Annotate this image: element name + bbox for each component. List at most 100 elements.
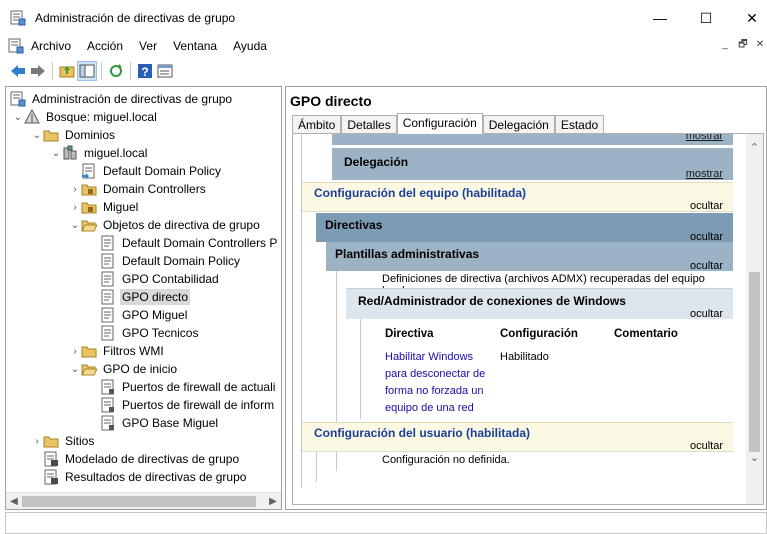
menu-accion[interactable]: Acción xyxy=(87,39,123,53)
tree-item-domain[interactable]: ⌄ miguel.local xyxy=(50,144,149,162)
scroll-left-icon[interactable]: ◀ xyxy=(6,493,22,509)
user-config-note: Configuración no definida. xyxy=(382,454,510,466)
scroll-down-icon[interactable]: ⌄ xyxy=(746,450,763,467)
gpo-icon xyxy=(101,289,114,305)
gpmc-menu-icon[interactable] xyxy=(8,38,24,54)
mdi-restore-button[interactable]: 🗗 xyxy=(736,38,750,52)
tree-item-starter-gpos[interactable]: ⌄ GPO de inicio xyxy=(69,360,179,378)
tree-item-gpo[interactable]: Default Domain Policy xyxy=(100,252,242,270)
menu-archivo[interactable]: Archivo xyxy=(31,39,71,53)
gpo-icon xyxy=(101,235,114,251)
policy-name-link[interactable]: Habilitar Windows para desconectar de fo… xyxy=(385,349,495,417)
minimize-button[interactable]: — xyxy=(637,0,683,36)
tab-estado[interactable]: Estado xyxy=(554,115,605,134)
show-hide-tree-icon xyxy=(79,64,95,78)
back-button[interactable] xyxy=(8,61,28,81)
tab-ambito[interactable]: Ámbito xyxy=(292,115,342,134)
tree-item-starter-gpo[interactable]: Puertos de firewall de actuali xyxy=(100,378,277,396)
toolbar-separator xyxy=(52,62,53,80)
policy-name-line: forma no forzada un xyxy=(385,385,484,397)
mdi-minimize-button[interactable]: _ xyxy=(718,38,732,52)
close-button[interactable]: ✕ xyxy=(729,0,767,36)
tree-item-starter-gpo[interactable]: Puertos de firewall de inform xyxy=(100,396,276,414)
forward-button[interactable] xyxy=(28,61,48,81)
tree-item-sites[interactable]: › Sitios xyxy=(31,432,96,450)
folder-icon xyxy=(43,436,59,448)
policies-heading: Directivas xyxy=(325,218,383,232)
gpo-icon xyxy=(101,253,114,269)
settings-report[interactable]: mostrar Delegación mostrar Configuración… xyxy=(292,133,764,505)
forest-icon xyxy=(24,109,40,124)
tree-label: GPO Base Miguel xyxy=(122,416,219,430)
tab-detalles[interactable]: Detalles xyxy=(341,115,397,134)
hide-link[interactable]: ocultar xyxy=(690,440,723,452)
menu-ver[interactable]: Ver xyxy=(139,39,157,53)
hide-link[interactable]: ocultar xyxy=(690,308,723,320)
refresh-button[interactable] xyxy=(106,61,126,81)
up-folder-icon xyxy=(59,66,75,78)
tree-label: Default Domain Policy xyxy=(122,254,241,268)
report-vertical-scrollbar[interactable]: ⌃ ⌄ xyxy=(746,134,763,504)
tree-item-modeling[interactable]: Modelado de directivas de grupo xyxy=(43,450,241,468)
help-button[interactable]: ? xyxy=(135,61,155,81)
tree-item-starter-gpo[interactable]: GPO Base Miguel xyxy=(100,414,220,432)
expand-icon[interactable]: › xyxy=(69,184,81,195)
expand-icon[interactable]: › xyxy=(69,202,81,213)
scroll-thumb[interactable] xyxy=(22,496,256,507)
tree-item-gpo-objects[interactable]: ⌄ Objetos de directiva de grupo xyxy=(69,216,262,234)
tab-delegacion[interactable]: Delegación xyxy=(482,115,555,134)
collapse-icon[interactable]: ⌄ xyxy=(69,364,81,375)
tree-item-miguel-ou[interactable]: › Miguel xyxy=(69,198,140,216)
results-icon xyxy=(44,469,58,485)
properties-button[interactable] xyxy=(155,61,175,81)
tree-label: GPO Contabilidad xyxy=(122,272,219,286)
tree-item-wmi-filters[interactable]: › Filtros WMI xyxy=(69,342,166,360)
tree-label: Dominios xyxy=(65,128,116,142)
tree-item-domains[interactable]: ⌄ Dominios xyxy=(31,126,117,144)
tree-item-gpo[interactable]: Default Domain Controllers P xyxy=(100,234,279,252)
tree-label: Administración de directivas de grupo xyxy=(32,92,233,106)
show-hide-tree-button[interactable] xyxy=(77,61,97,81)
tree-item-default-domain-policy-link[interactable]: Default Domain Policy xyxy=(81,162,223,180)
network-section-heading: Red/Administrador de conexiones de Windo… xyxy=(358,294,626,308)
expand-icon[interactable]: › xyxy=(69,346,81,357)
tree-item-gpo[interactable]: GPO Contabilidad xyxy=(100,270,221,288)
scroll-thumb[interactable] xyxy=(749,272,760,452)
policy-name-line: Habilitar Windows xyxy=(385,351,474,363)
tree-item-gpo[interactable]: GPO Miguel xyxy=(100,306,189,324)
user-config-heading: Configuración del usuario (habilitada) xyxy=(314,426,531,440)
report-bar-partial xyxy=(332,134,733,145)
tree-label: Filtros WMI xyxy=(103,344,164,358)
collapse-icon[interactable]: ⌄ xyxy=(12,112,24,123)
tree-item-results[interactable]: Resultados de directivas de grupo xyxy=(43,468,248,486)
menu-ayuda[interactable]: Ayuda xyxy=(233,39,267,53)
tree-item-gpo[interactable]: GPO Tecnicos xyxy=(100,324,200,342)
properties-icon xyxy=(157,64,173,78)
hide-link[interactable]: ocultar xyxy=(690,200,723,212)
expand-icon[interactable]: › xyxy=(31,436,43,447)
collapse-icon[interactable]: ⌄ xyxy=(50,148,62,159)
mdi-close-button[interactable]: ✕ xyxy=(753,38,767,52)
domain-icon xyxy=(63,145,77,160)
collapse-icon[interactable]: ⌄ xyxy=(31,130,43,141)
tree-item-root[interactable]: Administración de directivas de grupo xyxy=(10,90,234,108)
tree-item-gpo-selected[interactable]: GPO directo xyxy=(100,288,191,306)
scroll-right-icon[interactable]: ▶ xyxy=(265,493,281,509)
up-folder-button[interactable] xyxy=(57,61,77,81)
tree-item-forest[interactable]: ⌄ Bosque: miguel.local xyxy=(12,108,159,126)
console-tree[interactable]: Administración de directivas de grupo ⌄ … xyxy=(5,86,282,510)
maximize-button[interactable]: ☐ xyxy=(683,0,729,36)
delegation-heading: Delegación xyxy=(344,155,409,169)
tab-configuracion[interactable]: Configuración xyxy=(396,113,483,134)
gpo-icon xyxy=(101,325,114,341)
window-title: Administración de directivas de grupo xyxy=(35,11,236,25)
tree-horizontal-scrollbar[interactable]: ◀ ▶ xyxy=(6,492,281,509)
tree-item-domain-controllers[interactable]: › Domain Controllers xyxy=(69,180,208,198)
menu-ventana[interactable]: Ventana xyxy=(173,39,217,53)
collapse-icon[interactable]: ⌄ xyxy=(69,220,81,231)
hide-link[interactable]: ocultar xyxy=(690,260,723,272)
scroll-up-icon[interactable]: ⌃ xyxy=(746,140,763,157)
starter-gpo-icon xyxy=(101,397,114,413)
show-link[interactable]: mostrar xyxy=(686,134,723,142)
show-link[interactable]: mostrar xyxy=(686,168,723,180)
